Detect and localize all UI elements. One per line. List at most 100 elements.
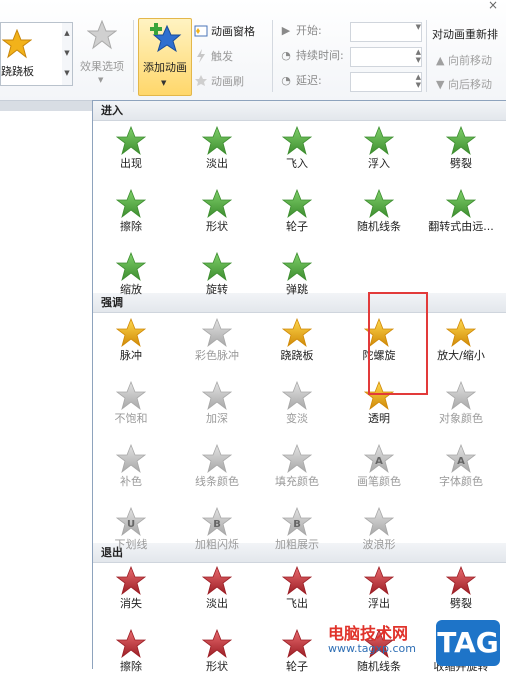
gallery-item[interactable]: B 加粗展示 [259, 504, 335, 560]
gallery-item[interactable]: 飞出 [259, 563, 335, 619]
gallery-item-label: 波浪形 [362, 538, 396, 551]
gallery-item[interactable]: 形状 [179, 626, 255, 682]
star-green-icon [116, 126, 146, 156]
move-later-button[interactable]: ▼ 向后移动 [436, 76, 492, 92]
star-gray-icon: B [202, 507, 232, 537]
down-arrow-icon: ▼ [436, 78, 448, 91]
gallery-item[interactable]: 补色 [93, 441, 169, 497]
trigger-button[interactable]: 触发 [194, 47, 233, 67]
gallery-item[interactable]: 波浪形 [341, 504, 417, 560]
animation-pane-button[interactable]: 动画窗格 [194, 22, 255, 42]
gallery-item-label: 跷跷板 [280, 349, 314, 362]
gallery-item[interactable]: 消失 [93, 563, 169, 619]
gallery-item[interactable]: 旋转 [179, 249, 255, 305]
move-earlier-label: 向前移动 [447, 54, 492, 67]
gallery-item-label: 缩放 [120, 283, 142, 296]
effect-letter-mark: U [127, 519, 135, 530]
scroll-up-icon[interactable]: ▲ [62, 23, 72, 43]
gallery-item[interactable]: 浮入 [341, 123, 417, 179]
close-icon[interactable]: × [488, 0, 498, 12]
gallery-item[interactable]: 加深 [179, 378, 255, 434]
gallery-item[interactable]: 形状 [179, 186, 255, 242]
watermark-url: www.tagxp.com [328, 642, 416, 655]
gallery-item[interactable]: 擦除 [93, 186, 169, 242]
gallery-item[interactable]: 彩色脉冲 [179, 315, 255, 371]
star-green-icon [364, 189, 394, 219]
effect-options-button[interactable]: 效果选项 ▼ [76, 18, 128, 88]
star-green-icon [116, 252, 146, 282]
gallery-item-label: 轮子 [286, 220, 308, 233]
star-red-icon [446, 566, 476, 596]
gallery-item[interactable]: 线条颜色 [179, 441, 255, 497]
gallery-item-label: 淡出 [206, 157, 228, 170]
current-effect-label: 跷跷板 [1, 65, 34, 78]
gallery-item[interactable]: 不饱和 [93, 378, 169, 434]
add-animation-button[interactable]: 添加动画 ▼ [138, 18, 192, 96]
chevron-down-icon: ▼ [98, 76, 104, 84]
delay-spinner[interactable]: ▲ ▼ [350, 72, 422, 92]
gallery-item[interactable]: 随机线条 [341, 186, 417, 242]
gallery-item[interactable]: 劈裂 [423, 123, 499, 179]
gallery-item[interactable]: 弹跳 [259, 249, 335, 305]
clock-icon: ◔ [281, 74, 291, 87]
gallery-item[interactable]: 填充颜色 [259, 441, 335, 497]
gallery-item-label: 浮入 [368, 157, 390, 170]
star-gray-icon [282, 381, 312, 411]
gallery-item[interactable]: 放大/缩小 [423, 315, 499, 371]
animation-pane-label: 动画窗格 [211, 25, 255, 38]
star-gray-icon: A [446, 444, 476, 474]
star-gray-icon [202, 381, 232, 411]
animation-gallery-dropdown: 进入 强调 退出 出现 淡出 飞入 浮入 劈裂 擦除 形状 轮子 随机线条 翻转式由远... 缩放旋… [92, 100, 506, 673]
lightning-icon [197, 49, 205, 63]
gallery-item-label: 浮出 [368, 597, 390, 610]
animation-gallery-current[interactable]: 跷跷板 [0, 22, 64, 86]
gallery-item[interactable]: 对象颜色 [423, 378, 499, 434]
gallery-item[interactable]: 跷跷板 [259, 315, 335, 371]
gallery-item-label: 擦除 [120, 220, 142, 233]
gallery-item-label: 形状 [206, 220, 228, 233]
gallery-item[interactable]: 淡出 [179, 563, 255, 619]
gallery-item[interactable]: A 画笔颜色 [341, 441, 417, 497]
gallery-scrollbar[interactable]: ▲ ▼ ▼ [62, 22, 73, 86]
scroll-down-icon[interactable]: ▼ [62, 43, 72, 63]
gallery-item[interactable]: 变淡 [259, 378, 335, 434]
gallery-item[interactable]: 飞入 [259, 123, 335, 179]
start-dropdown[interactable]: ▼ [350, 22, 422, 42]
highlight-annotation-box [368, 292, 428, 395]
gallery-item[interactable]: 淡出 [179, 123, 255, 179]
ribbon: × 跷跷板 ▲ ▼ ▼ 效果选项 ▼ 添加动画 ▼ 动画窗格 触发 动画刷 ▶ … [0, 0, 506, 101]
star-gray-icon [87, 20, 117, 50]
star-gold-icon [282, 318, 312, 348]
gallery-item-label: 淡出 [206, 597, 228, 610]
move-earlier-button[interactable]: ▲ 向前移动 [436, 52, 492, 68]
gallery-item[interactable]: 脉冲 [93, 315, 169, 371]
gallery-item[interactable]: 劈裂 [423, 563, 499, 619]
star-gray-icon: A [364, 444, 394, 474]
gallery-item[interactable]: 浮出 [341, 563, 417, 619]
gallery-item-label: 加深 [206, 412, 228, 425]
star-gray-icon [116, 381, 146, 411]
gallery-item[interactable]: 轮子 [259, 186, 335, 242]
gallery-item[interactable]: A 字体颜色 [423, 441, 499, 497]
star-red-icon [202, 629, 232, 659]
star-green-icon [446, 189, 476, 219]
gallery-item[interactable]: 出现 [93, 123, 169, 179]
star-red-icon [282, 566, 312, 596]
add-animation-star-icon [150, 23, 182, 53]
star-gold-icon [116, 318, 146, 348]
animation-painter-button[interactable]: 动画刷 [194, 72, 244, 92]
gallery-item[interactable]: 缩放 [93, 249, 169, 305]
gallery-item[interactable]: U 下划线 [93, 504, 169, 560]
slide-area [0, 101, 92, 668]
group-separator [272, 20, 273, 92]
star-gray-icon [446, 381, 476, 411]
gallery-more-icon[interactable]: ▼ [62, 63, 72, 83]
delay-row: ◔ 延迟: [280, 70, 322, 92]
gallery-item[interactable]: 擦除 [93, 626, 169, 682]
gallery-item-label: 飞出 [286, 597, 308, 610]
duration-spinner[interactable]: ▲ ▼ [350, 47, 422, 67]
star-red-icon [364, 566, 394, 596]
gallery-item[interactable]: 翻转式由远... [423, 186, 499, 242]
gallery-item[interactable]: B 加粗闪烁 [179, 504, 255, 560]
star-red-icon [202, 566, 232, 596]
